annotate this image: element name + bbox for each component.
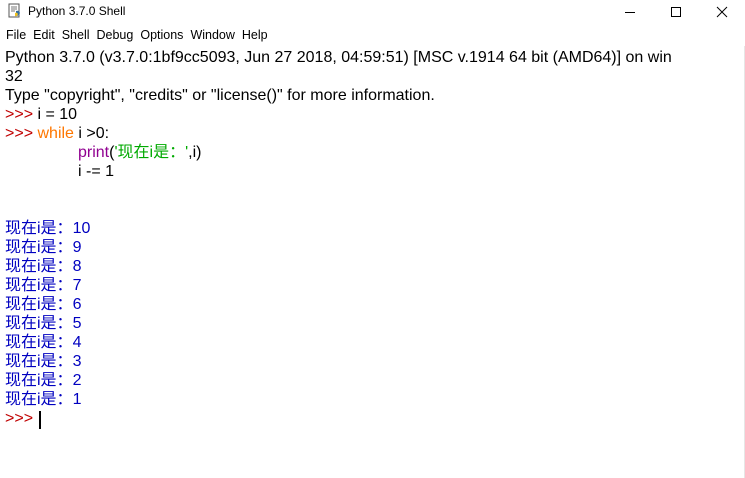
output-line: 现在i是：3 xyxy=(5,352,81,371)
menu-file[interactable]: File xyxy=(0,25,26,45)
builtin-print: print xyxy=(78,144,110,161)
output-line: 现在i是：6 xyxy=(5,295,81,314)
output-prefix: 现在i是： xyxy=(5,353,73,370)
maximize-button[interactable] xyxy=(653,0,699,23)
string-literal: '现在i是：' xyxy=(114,144,189,161)
output-value: 2 xyxy=(72,372,82,389)
output-line: 现在i是：8 xyxy=(5,257,81,276)
output-prefix: 现在i是： xyxy=(5,372,73,389)
code-line: >>> while i >0: xyxy=(5,124,109,143)
menu-bar: File Edit Shell Debug Options Window Hel… xyxy=(0,25,745,45)
code-text: ,i) xyxy=(188,144,202,161)
close-icon xyxy=(716,6,728,17)
output-prefix: 现在i是： xyxy=(5,391,73,408)
output-value: 8 xyxy=(72,258,82,275)
output-line: 现在i是：10 xyxy=(5,219,90,238)
output-prefix: 现在i是： xyxy=(5,296,73,313)
code-text: i = 10 xyxy=(37,106,78,123)
shell-text-area[interactable]: Python 3.7.0 (v3.7.0:1bf9cc5093, Jun 27 … xyxy=(0,46,745,478)
prompt: >>> xyxy=(5,106,38,123)
output-line: 现在i是：7 xyxy=(5,276,81,295)
window-title: Python 3.7.0 Shell xyxy=(28,4,126,18)
prompt: >>> xyxy=(5,125,38,142)
output-value: 6 xyxy=(72,296,82,313)
keyword-while: while xyxy=(37,125,74,142)
code-text: i >0: xyxy=(73,125,110,142)
output-line: 现在i是：2 xyxy=(5,371,81,390)
output-prefix: 现在i是： xyxy=(5,258,73,275)
menu-shell[interactable]: Shell xyxy=(56,25,90,45)
menu-window[interactable]: Window xyxy=(184,25,234,45)
minimize-button[interactable] xyxy=(607,0,653,23)
output-value: 4 xyxy=(72,334,82,351)
banner-line: Python 3.7.0 (v3.7.0:1bf9cc5093, Jun 27 … xyxy=(5,49,672,66)
output-prefix: 现在i是： xyxy=(5,220,73,237)
output-prefix: 现在i是： xyxy=(5,239,73,256)
menu-options[interactable]: Options xyxy=(134,25,183,45)
title-bar: Python 3.7.0 Shell xyxy=(0,0,745,23)
output-value: 5 xyxy=(72,315,82,332)
output-value: 10 xyxy=(72,220,91,237)
output-line: 现在i是：5 xyxy=(5,314,81,333)
code-line: print('现在i是：',i) xyxy=(78,143,201,162)
banner-line: 32 xyxy=(5,68,23,85)
menu-debug[interactable]: Debug xyxy=(91,25,134,45)
minimize-icon xyxy=(625,11,635,13)
code-line: i -= 1 xyxy=(78,163,115,180)
menu-help[interactable]: Help xyxy=(236,25,268,45)
output-line: 现在i是：4 xyxy=(5,333,81,352)
banner-line: Type "copyright", "credits" or "license(… xyxy=(5,87,435,104)
output-value: 1 xyxy=(72,391,82,408)
close-button[interactable] xyxy=(699,0,745,23)
output-value: 7 xyxy=(72,277,82,294)
output-value: 3 xyxy=(72,353,82,370)
output-prefix: 现在i是： xyxy=(5,334,73,351)
maximize-icon xyxy=(671,6,681,17)
python-idle-icon xyxy=(8,3,20,18)
menu-edit[interactable]: Edit xyxy=(27,25,55,45)
text-cursor xyxy=(39,411,41,429)
output-prefix: 现在i是： xyxy=(5,277,73,294)
final-prompt: >>> xyxy=(5,410,34,427)
output-line: 现在i是：9 xyxy=(5,238,81,257)
output-line: 现在i是：1 xyxy=(5,390,81,409)
output-prefix: 现在i是： xyxy=(5,315,73,332)
output-value: 9 xyxy=(72,239,82,256)
code-line: >>> i = 10 xyxy=(5,105,77,124)
